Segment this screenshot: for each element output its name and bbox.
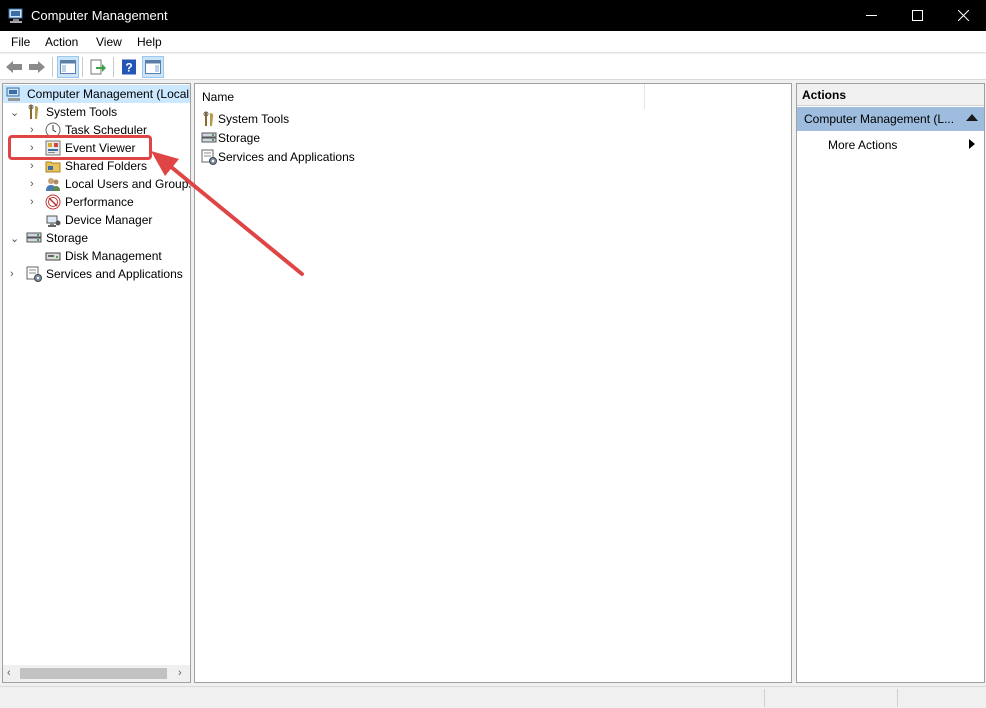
title-bar: Computer Management [0,0,986,31]
menu-action[interactable]: Action [45,35,78,49]
tree-item-performance[interactable]: › Performance [3,193,190,211]
tree-item-label: Services and Applications [46,267,183,281]
show-hide-action-pane-button[interactable] [142,56,164,78]
tree-item-storage[interactable]: ⌄ Storage [3,229,190,247]
tree-item-device-manager[interactable]: Device Manager [3,211,190,229]
more-actions-link[interactable]: More Actions [828,138,897,152]
highlight-box [8,135,152,160]
show-hide-console-tree-icon [60,60,76,74]
chevron-right-icon[interactable]: › [30,196,40,208]
list-item-label: Storage [218,131,261,145]
close-button[interactable] [940,0,986,31]
chevron-down-icon[interactable]: ⌄ [10,232,20,245]
close-icon [957,10,969,21]
tree-item-disk-management[interactable]: Disk Management [3,247,190,265]
chevron-right-icon[interactable]: › [30,178,40,190]
horizontal-scrollbar[interactable]: ‹ › [3,665,190,682]
storage-icon [201,132,217,143]
tree-item-local-users-and-groups[interactable]: › Local Users and Groups [3,175,190,193]
menu-help[interactable]: Help [137,35,162,49]
show-hide-console-tree-button[interactable] [57,56,79,78]
tree-item-label: Storage [46,231,89,245]
computer-management-icon [6,87,20,101]
export-list-button[interactable] [87,56,109,78]
toolbar: ? [0,54,986,80]
status-bar [0,686,986,708]
users-icon [46,178,60,191]
menu-file[interactable]: File [11,35,30,49]
tree-item-label: Local Users and Groups [65,177,191,191]
collapse-triangle-icon[interactable] [966,114,978,121]
back-button[interactable] [3,56,25,78]
show-hide-action-pane-icon [145,60,161,74]
minimize-button[interactable] [848,0,894,31]
tree-item-label: System Tools [46,105,118,119]
chevron-down-icon[interactable]: ⌄ [10,106,20,119]
tree-item-system-tools[interactable]: ⌄ System Tools [3,103,190,121]
shared-folder-icon [45,161,61,173]
performance-icon [45,194,61,210]
disk-icon [45,252,61,261]
scroll-right-icon[interactable]: › [178,667,182,679]
actions-header: Actions [797,84,984,106]
column-header-name[interactable]: Name [195,84,645,109]
tree-root-computer-management[interactable]: Computer Management (Local [3,85,190,103]
device-manager-icon [46,215,61,227]
actions-group-header[interactable]: Computer Management (L... [797,107,984,131]
forward-arrow-icon [29,61,45,73]
scroll-left-icon[interactable]: ‹ [7,667,11,679]
forward-button[interactable] [26,56,48,78]
submenu-arrow-icon[interactable] [969,139,975,149]
tree-item-services-and-applications[interactable]: › Services and Applications [3,265,190,283]
menu-bar: File Action View Help [0,31,986,53]
tree-root-label: Computer Management (Local [27,87,190,101]
window-title: Computer Management [31,8,168,23]
actions-pane: Actions Computer Management (L... More A… [796,83,985,683]
scrollbar-thumb[interactable] [20,668,167,679]
back-arrow-icon [6,61,22,73]
help-icon: ? [122,59,136,75]
list-item-label: System Tools [218,112,290,126]
tree-item-label: Shared Folders [65,159,148,173]
column-header-label: Name [202,90,235,104]
menu-view[interactable]: View [96,35,122,49]
list-item-label: Services and Applications [218,150,355,164]
maximize-icon [911,10,923,21]
actions-title: Actions [802,88,847,102]
tree-item-label: Device Manager [65,213,153,227]
actions-group-label: Computer Management (L... [804,112,955,126]
chevron-right-icon[interactable]: › [10,268,20,280]
svg-text:?: ? [125,61,132,75]
tree-item-label: Performance [65,195,134,209]
computer-management-icon [8,8,23,23]
results-pane[interactable]: Name System Tools Storage Services and A… [194,83,792,683]
toolbar-separator [52,57,53,77]
chevron-right-icon[interactable]: › [30,160,40,172]
tools-icon [203,111,214,126]
export-list-icon [90,59,106,75]
status-divider [764,689,765,707]
help-button[interactable]: ? [118,56,140,78]
services-icon [201,149,217,165]
tools-icon [28,104,39,119]
minimize-icon [865,15,877,16]
services-icon [26,266,42,282]
toolbar-separator [82,57,83,77]
status-divider [897,689,898,707]
toolbar-separator [113,57,114,77]
console-tree[interactable]: Computer Management (Local ⌄ System Tool… [2,83,191,683]
storage-icon [26,232,42,243]
tree-item-label: Disk Management [65,249,162,263]
maximize-button[interactable] [894,0,940,31]
